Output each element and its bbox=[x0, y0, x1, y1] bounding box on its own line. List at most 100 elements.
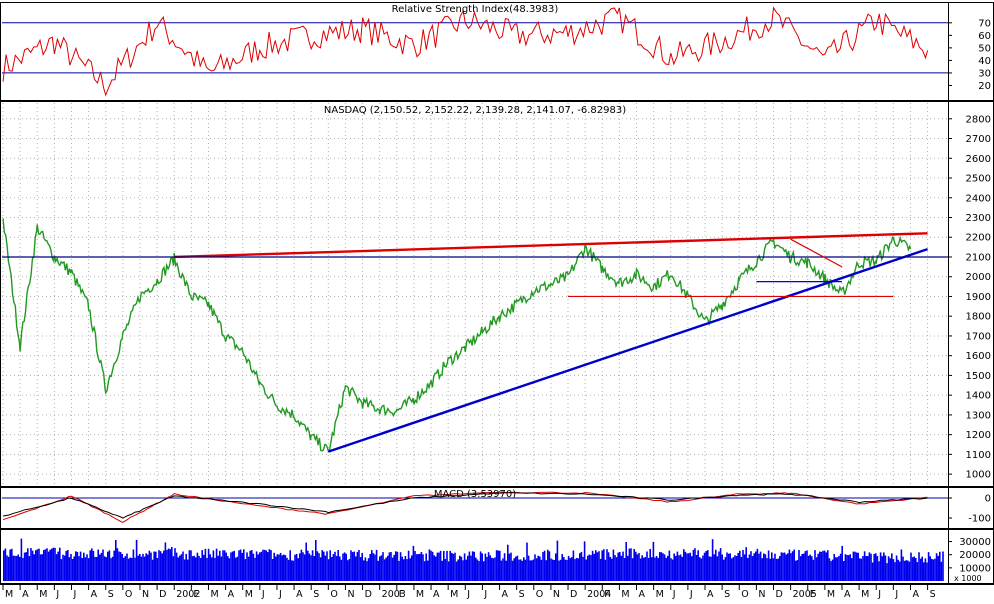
volume-bar bbox=[367, 558, 370, 581]
x-tick-label: M bbox=[416, 589, 424, 599]
volume-bar bbox=[905, 560, 907, 581]
volume-bar bbox=[734, 555, 736, 581]
volume-bar bbox=[113, 550, 115, 581]
volume-bar bbox=[654, 557, 656, 581]
volume-bar bbox=[883, 552, 885, 581]
volume-bar bbox=[799, 556, 802, 581]
volume-bar bbox=[921, 556, 923, 581]
volume-bar bbox=[110, 558, 112, 581]
volume-bar bbox=[484, 553, 487, 581]
volume-bar bbox=[532, 559, 535, 581]
volume-bar bbox=[196, 552, 199, 581]
volume-bar bbox=[590, 555, 592, 581]
volume-bar bbox=[801, 554, 803, 581]
volume-bar bbox=[257, 554, 259, 581]
volume-bar bbox=[655, 556, 658, 581]
volume-bar bbox=[81, 558, 83, 581]
x-tick-label: F bbox=[399, 589, 404, 599]
volume-bar bbox=[446, 550, 448, 581]
volume-bar bbox=[897, 559, 899, 581]
volume-bar bbox=[679, 554, 682, 581]
volume-bar bbox=[724, 557, 727, 581]
volume-bar bbox=[803, 553, 805, 581]
price-y-tick-label: 1800 bbox=[966, 312, 991, 323]
volume-bar bbox=[391, 557, 394, 581]
volume-bar bbox=[179, 555, 181, 581]
volume-bar bbox=[123, 557, 125, 581]
volume-bar bbox=[894, 562, 896, 581]
volume-bar bbox=[455, 561, 458, 581]
volume-bar bbox=[812, 559, 815, 581]
volume-bar bbox=[742, 550, 744, 581]
volume-bar bbox=[843, 561, 845, 581]
volume-bar bbox=[758, 553, 760, 581]
volume-bar bbox=[574, 559, 576, 581]
volume-bar bbox=[625, 542, 627, 581]
volume-bar bbox=[451, 552, 453, 581]
volume-bar bbox=[791, 551, 794, 581]
volume-bar bbox=[435, 556, 437, 581]
x-tick-label: F bbox=[604, 589, 609, 599]
volume-bar bbox=[683, 549, 685, 581]
volume-bar bbox=[97, 549, 99, 581]
volume-bar bbox=[769, 558, 771, 581]
volume-bar bbox=[249, 550, 251, 581]
volume-bar bbox=[52, 547, 55, 581]
volume-bar bbox=[299, 553, 301, 581]
volume-bar bbox=[185, 553, 187, 581]
volume-bar bbox=[303, 554, 306, 581]
volume-bar bbox=[855, 552, 858, 581]
volume-bar bbox=[409, 558, 411, 581]
volume-bar bbox=[254, 557, 256, 581]
volume-bar bbox=[903, 560, 906, 581]
volume-bar bbox=[703, 552, 706, 581]
volume-bar bbox=[71, 559, 74, 581]
volume-bar bbox=[169, 549, 171, 581]
volume-bar bbox=[881, 556, 883, 581]
volume-bar bbox=[740, 556, 743, 581]
volume-bar bbox=[763, 553, 765, 581]
volume-bar bbox=[65, 550, 67, 581]
volume-bar bbox=[475, 557, 477, 581]
volume-bar bbox=[793, 549, 795, 581]
volume-bar bbox=[772, 558, 775, 581]
volume-bar bbox=[433, 555, 435, 581]
price-y-tick-label: 1400 bbox=[966, 391, 991, 402]
volume-bar bbox=[227, 556, 229, 581]
volume-bar bbox=[198, 555, 200, 581]
volume-bar bbox=[100, 552, 103, 581]
volume-bar bbox=[516, 555, 519, 581]
volume-bar bbox=[371, 550, 373, 581]
volume-bar bbox=[561, 554, 563, 581]
volume-bar bbox=[54, 547, 56, 581]
volume-bar bbox=[316, 551, 319, 581]
volume-bar bbox=[660, 552, 663, 581]
x-tick-label: J bbox=[261, 589, 265, 599]
volume-bar bbox=[620, 555, 623, 581]
volume-bar bbox=[107, 551, 109, 581]
x-tick-label: M bbox=[621, 589, 629, 599]
volume-bar bbox=[30, 548, 32, 581]
volume-bar bbox=[382, 552, 384, 581]
volume-bar bbox=[115, 540, 117, 581]
volume-bar bbox=[209, 554, 211, 581]
volume-bar bbox=[715, 549, 717, 581]
volume-bar bbox=[518, 559, 520, 581]
volume-bar bbox=[542, 552, 544, 581]
volume-bar bbox=[390, 552, 392, 581]
volume-bar bbox=[550, 558, 552, 581]
x-tick-label: N bbox=[758, 589, 765, 599]
volume-bar bbox=[563, 557, 565, 581]
volume-bar bbox=[228, 558, 231, 581]
volume-bar bbox=[345, 553, 347, 581]
volume-bar bbox=[487, 552, 490, 581]
volume-bar bbox=[183, 559, 186, 581]
volume-bar bbox=[86, 554, 88, 581]
volume-bar bbox=[505, 560, 507, 581]
volume-bar bbox=[817, 553, 819, 581]
volume-bar bbox=[462, 560, 464, 581]
volume-bar bbox=[422, 554, 424, 581]
volume-bar bbox=[667, 555, 669, 581]
volume-bar bbox=[91, 548, 93, 581]
volume-bar bbox=[206, 558, 208, 581]
